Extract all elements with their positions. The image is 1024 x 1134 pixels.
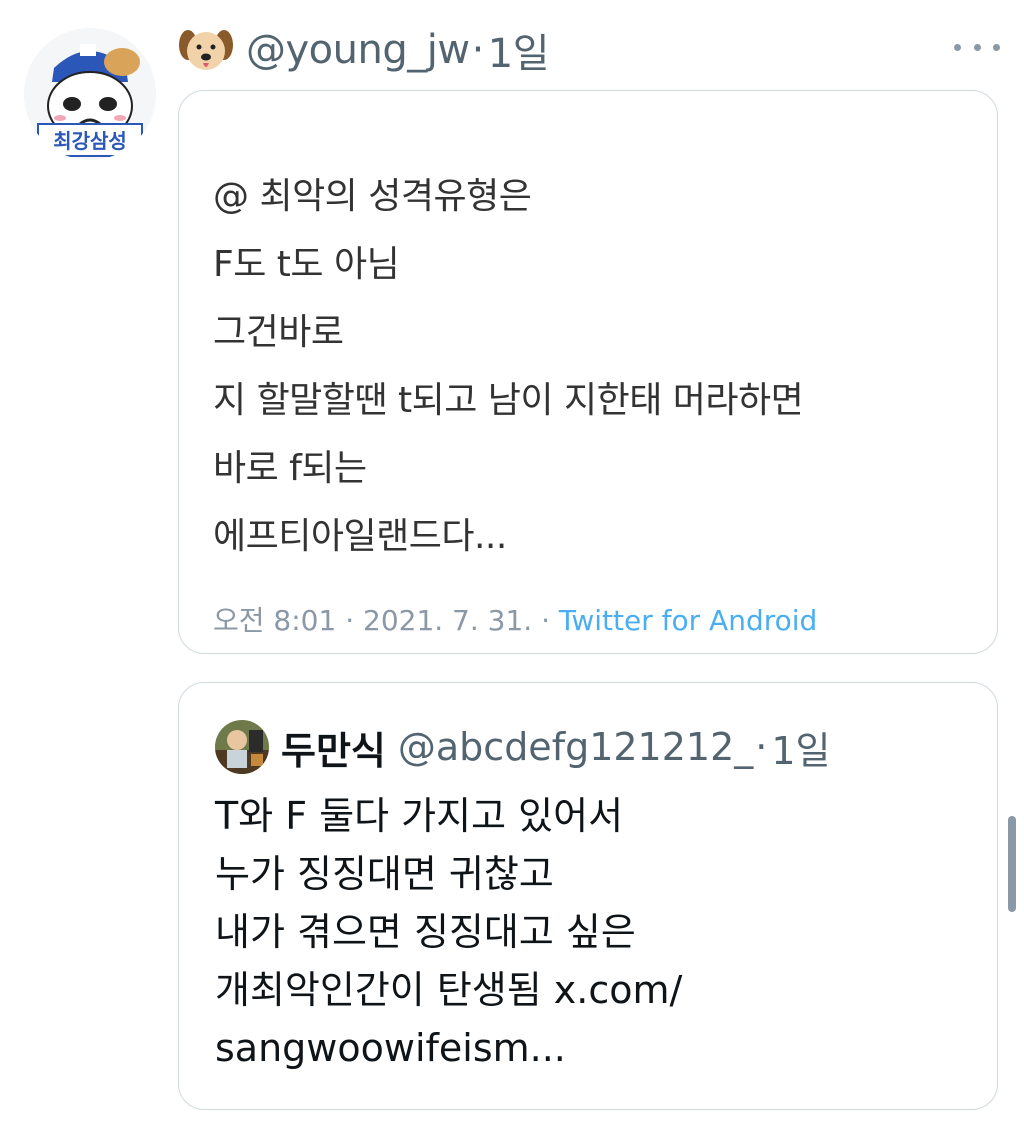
quoted-text-line: T와 F 둘다 가지고 있어서	[215, 794, 624, 838]
image-text-line: 지 할말할땐 t되고 남이 지한태 머라하면	[213, 380, 804, 421]
ellipsis-icon	[954, 43, 961, 51]
author-avatar[interactable]: 최강삼성	[24, 28, 156, 160]
image-timestamp: 오전 8:01 · 2021. 7. 31. · Twitter for And…	[213, 599, 817, 639]
header-separator: ·	[471, 27, 485, 73]
quoted-time[interactable]: 1일	[771, 720, 830, 775]
quoted-tweet-text: T와 F 둘다 가지고 있어서 누가 징징대면 귀찮고 내가 겪으면 징징대고 …	[215, 787, 682, 1077]
tweet-time[interactable]: 1일	[488, 21, 550, 79]
quoted-author-name[interactable]: 두만식	[281, 720, 386, 775]
avatar-caption: 최강삼성	[53, 129, 127, 153]
tweet-header: @young_jw · 1일	[178, 21, 550, 79]
avatar-illustration: 최강삼성	[24, 28, 156, 160]
quoted-tweet[interactable]: 두만식 @abcdefg121212_ · 1일 T와 F 둘다 가지고 있어서…	[178, 682, 998, 1110]
quoted-avatar-illustration	[215, 720, 269, 774]
scrollbar-thumb[interactable]	[1008, 816, 1016, 912]
quoted-author-handle[interactable]: @abcdefg121212_	[398, 725, 753, 769]
quoted-text-line: 내가 겪으면 징징대고 싶은	[215, 910, 636, 954]
image-text-line: 바로 f되는	[213, 448, 367, 489]
author-handle[interactable]: @young_jw	[246, 27, 470, 73]
image-client: Twitter for Android	[558, 604, 818, 637]
attached-image[interactable]: @ 최악의 성격유형은 F도 t도 아님 그건바로 지 할말할땐 t되고 남이 …	[178, 90, 998, 654]
quoted-separator: ·	[755, 725, 768, 769]
dog-face-icon	[179, 30, 233, 70]
image-text-line: F도 t도 아님	[213, 244, 400, 285]
quoted-author-avatar[interactable]	[215, 720, 269, 774]
image-text-line: @ 최악의 성격유형은	[213, 176, 532, 217]
image-text-block: @ 최악의 성격유형은 F도 t도 아님 그건바로 지 할말할땐 t되고 남이 …	[213, 163, 804, 571]
quoted-text-line: 누가 징징대면 귀찮고	[215, 852, 554, 896]
quoted-text-line: sangwoowifeism...	[215, 1026, 566, 1070]
image-text-line: 에프티아일랜드다...	[213, 516, 507, 557]
quoted-tweet-header: 두만식 @abcdefg121212_ · 1일	[215, 719, 830, 775]
more-options-button[interactable]	[954, 34, 1000, 60]
image-date: 오전 8:01 · 2021. 7. 31. ·	[213, 604, 559, 637]
image-text-line: 그건바로	[213, 312, 344, 353]
quoted-text-line: 개최악인간이 탄생됨 x.com/	[215, 968, 683, 1012]
